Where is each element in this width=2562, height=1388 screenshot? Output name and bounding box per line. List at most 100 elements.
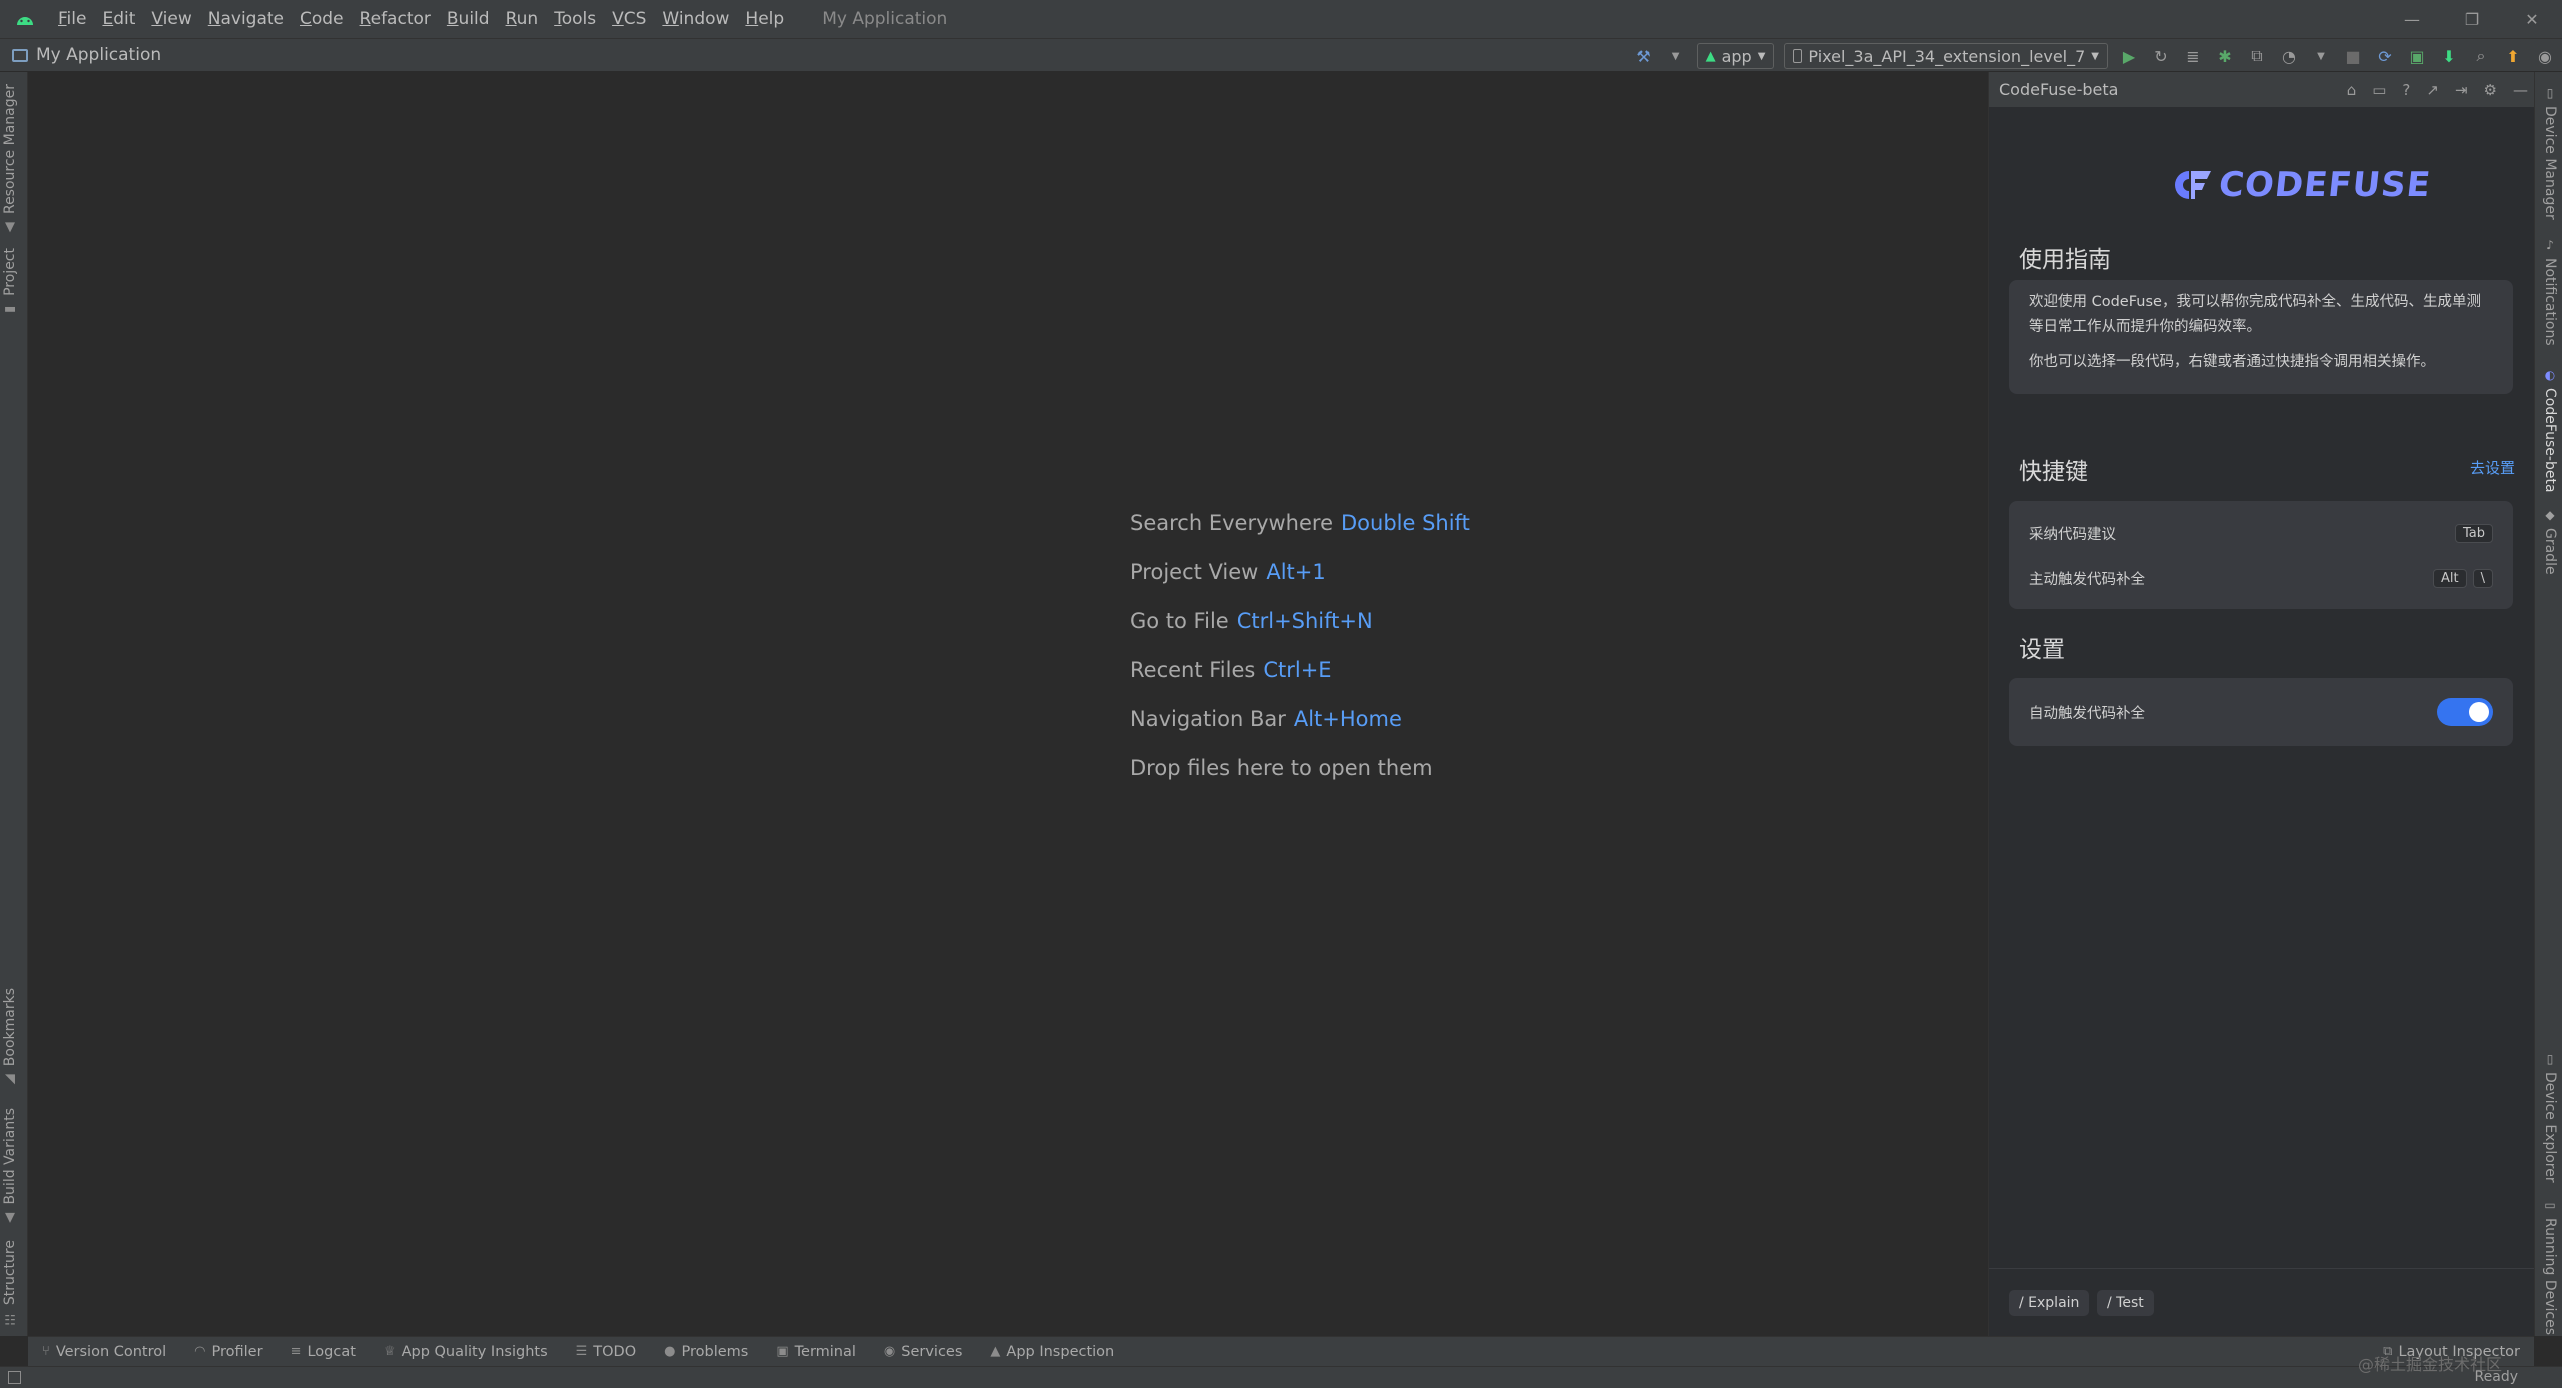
apply-changes-icon[interactable]: ≣ (2182, 45, 2204, 67)
tool-tab-app-quality-insights[interactable]: ♕ App Quality Insights (370, 1344, 562, 1360)
terminal-icon: ▣ (776, 1344, 789, 1359)
tool-tab-version-control[interactable]: ⑂ Version Control (28, 1344, 180, 1360)
tool-tab-label: CodeFuse-beta (2542, 388, 2558, 493)
tool-tab-todo[interactable]: ☰ TODO (562, 1344, 651, 1360)
run-config-select[interactable]: ▲ app ▼ (1696, 43, 1775, 69)
tool-tab-label: Device Explorer (2542, 1072, 2558, 1183)
guide-paragraph-1: 欢迎使用 CodeFuse，我可以帮你完成代码补全、生成代码、生成单测等日常工作… (2029, 294, 2481, 335)
hide-panel-icon[interactable]: — (2513, 81, 2528, 99)
chevron-down-icon[interactable]: ▼ (1665, 45, 1687, 67)
open-external-icon[interactable]: ↗ (2426, 81, 2439, 99)
profile-icon[interactable]: ◔ (2278, 45, 2300, 67)
hint-shortcut: Alt+Home (1293, 707, 1402, 731)
editor-empty-area[interactable] (28, 72, 1988, 1336)
test-command-chip[interactable]: / Test (2097, 1290, 2154, 1316)
tool-tab-label: App Inspection (1006, 1343, 1115, 1360)
explain-command-chip[interactable]: / Explain (2009, 1290, 2090, 1316)
menu-bar: File Edit View Navigate Code Refactor Bu… (0, 0, 2562, 38)
menu-view[interactable]: View (143, 0, 199, 38)
tool-tab-codefuse[interactable]: ◐ CodeFuse-beta (2542, 368, 2558, 493)
tool-tab-running-devices[interactable]: ▭ Running Devices (2542, 1198, 2558, 1335)
tool-tab-logcat[interactable]: ≡ Logcat (277, 1344, 370, 1360)
menu-run[interactable]: Run (498, 0, 547, 38)
close-icon[interactable]: ✕ (2502, 0, 2562, 38)
tool-tab-gradle[interactable]: ◆ Gradle (2542, 508, 2558, 575)
tool-tab-problems[interactable]: ● Problems (650, 1344, 762, 1360)
settings-row: 自动触发代码补全 (2009, 678, 2513, 746)
tool-tab-app-inspection[interactable]: ▲ App Inspection (976, 1344, 1128, 1360)
menu-vcs[interactable]: VCS (604, 0, 654, 38)
home-icon[interactable]: ⌂ (2347, 81, 2357, 99)
tool-tab-label: App Quality Insights (401, 1343, 548, 1360)
debug-icon[interactable]: ✱ (2214, 45, 2236, 67)
search-icon[interactable]: ⌕ (2470, 45, 2492, 67)
hint-label: Search Everywhere (1130, 511, 1333, 535)
hint-drop-files: Drop files here to open them (1130, 744, 1470, 793)
tool-tab-services[interactable]: ◉ Services (870, 1344, 977, 1360)
menu-window[interactable]: Window (654, 0, 737, 38)
menu-edit[interactable]: Edit (94, 0, 143, 38)
tool-tab-device-manager[interactable]: ▯ Device Manager (2542, 86, 2558, 220)
hammer-icon[interactable]: ⚒ (1633, 45, 1655, 67)
hint-shortcut: Ctrl+E (1263, 658, 1332, 682)
codefuse-logo: CODEFUSE (2167, 165, 2433, 205)
gear-icon[interactable]: ⚙ (2484, 81, 2497, 99)
tool-tab-bookmarks[interactable]: ◣ Bookmarks (2, 988, 18, 1087)
toggle-knob (2469, 702, 2489, 722)
hint-navigation-bar: Navigation Bar Alt+Home (1130, 695, 1470, 744)
tool-tab-notifications[interactable]: ♪ Notifications (2542, 238, 2558, 346)
hint-label: Drop files here to open them (1130, 756, 1433, 780)
tool-tab-profiler[interactable]: ◠ Profiler (180, 1344, 276, 1360)
menu-help[interactable]: Help (737, 0, 792, 38)
run-icon[interactable]: ▶ (2118, 45, 2140, 67)
menu-navigate[interactable]: Navigate (200, 0, 292, 38)
shortcuts-settings-link[interactable]: 去设置 (2470, 457, 2515, 478)
shortcuts-title: 快捷键 (2019, 459, 2088, 485)
auto-completion-label: 自动触发代码补全 (2029, 705, 2145, 722)
chat-icon[interactable]: ▭ (2372, 81, 2386, 99)
help-icon[interactable]: ? (2402, 81, 2410, 99)
project-name: My Application (36, 45, 162, 65)
device-select[interactable]: Pixel_3a_API_34_extension_level_7 ▼ (1784, 43, 2108, 69)
menu-file[interactable]: File (50, 0, 94, 38)
menu-refactor[interactable]: Refactor (352, 0, 439, 38)
gauge-icon: ◠ (194, 1344, 206, 1359)
shortcut-row: 采纳代码建议 Tab (2009, 511, 2513, 555)
chevron-down-icon[interactable]: ▼ (2310, 45, 2332, 67)
tool-tab-structure[interactable]: ☷ Structure (2, 1240, 18, 1326)
tool-tab-label: Profiler (211, 1343, 263, 1360)
tool-tab-build-variants[interactable]: ▲ Build Variants (2, 1108, 18, 1226)
rerun-icon[interactable]: ↻ (2150, 45, 2172, 67)
hint-project-view: Project View Alt+1 (1130, 548, 1470, 597)
tool-tab-device-explorer[interactable]: ▯ Device Explorer (2542, 1052, 2558, 1183)
project-breadcrumb[interactable]: My Application (0, 45, 161, 65)
sdk-manager-icon[interactable]: ⬇ (2438, 45, 2460, 67)
update-icon[interactable]: ⬆ (2502, 45, 2524, 67)
attach-debugger-icon[interactable]: ⧉ (2246, 45, 2268, 67)
toolbar-right: ⚒ ▼ ▲ app ▼ Pixel_3a_API_34_extension_le… (1633, 39, 2556, 73)
menu-build[interactable]: Build (439, 0, 498, 38)
shortcut-label: 采纳代码建议 (2029, 526, 2116, 543)
logout-icon[interactable]: ⇥ (2455, 81, 2468, 99)
restore-icon[interactable]: ❐ (2442, 0, 2502, 38)
hint-shortcut: Alt+1 (1266, 560, 1326, 584)
codefuse-header-title: CodeFuse-beta (1999, 80, 2119, 99)
menu-tools[interactable]: Tools (546, 0, 604, 38)
tool-tab-project[interactable]: ▬ Project (2, 248, 18, 317)
auto-completion-toggle[interactable] (2437, 698, 2493, 726)
device-manager-icon[interactable]: ▣ (2406, 45, 2428, 67)
toggle-tool-windows-icon[interactable] (8, 1371, 21, 1384)
tool-tab-terminal[interactable]: ▣ Terminal (762, 1344, 870, 1360)
gradle-sync-icon[interactable]: ⟳ (2374, 45, 2396, 67)
hint-label: Navigation Bar (1130, 707, 1286, 731)
minimize-icon[interactable]: — (2382, 0, 2442, 38)
stop-icon[interactable]: ■ (2342, 45, 2364, 67)
tool-tab-label: Services (901, 1343, 963, 1360)
tool-tab-label: Resource Manager (2, 84, 18, 215)
menu-code[interactable]: Code (292, 0, 352, 38)
account-icon[interactable]: ◉ (2534, 45, 2556, 67)
structure-icon: ☷ (2, 1311, 18, 1327)
tool-tab-resource-manager[interactable]: ▲ Resource Manager (2, 84, 18, 235)
insights-icon: ♕ (383, 1344, 396, 1359)
hint-go-to-file: Go to File Ctrl+Shift+N (1130, 597, 1470, 646)
